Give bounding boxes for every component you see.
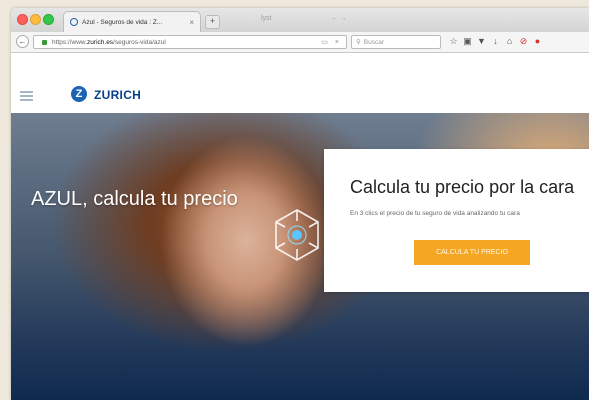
tab-strip: Azul - Seguros de vida : Z... × + lyst ←… — [11, 8, 589, 32]
face-scan-icon — [275, 209, 319, 261]
home-icon[interactable]: ⌂ — [505, 35, 514, 48]
tab-title: Azul - Seguros de vida : Z... — [82, 18, 163, 26]
hero-banner: AZUL, calcula tu precio Calcula tu preci… — [11, 113, 589, 400]
zurich-logo-text[interactable]: ZURICH — [94, 88, 141, 102]
minimize-window-button[interactable] — [30, 14, 41, 25]
tab-zurich-azul[interactable]: Azul - Seguros de vida : Z... × — [63, 11, 201, 32]
lock-icon — [42, 39, 47, 45]
search-input[interactable]: ⚲ Buscar — [351, 35, 441, 49]
reader-view-icon[interactable]: ▭ — [321, 38, 328, 46]
close-tab-icon[interactable]: × — [189, 18, 194, 27]
url-text: https://www.zurich.es/seguros-vida/azul — [52, 38, 166, 46]
back-button[interactable]: ← — [16, 35, 29, 48]
tabbar-blurred-arrows: ← → — [331, 15, 347, 22]
card-subtitle: En 3 clics el precio de tu seguro de vid… — [350, 210, 520, 217]
pocket-icon[interactable]: ▼ — [477, 35, 486, 48]
download-icon[interactable]: ↓ — [491, 35, 500, 48]
search-icon: ⚲ — [356, 39, 361, 46]
stop-icon[interactable]: × — [335, 39, 339, 46]
browser-window: Azul - Seguros de vida : Z... × + lyst ←… — [11, 8, 589, 400]
site-header: Z ZURICH — [11, 53, 589, 113]
zurich-logo-icon[interactable]: Z — [71, 86, 87, 102]
menu-icon[interactable] — [20, 91, 33, 103]
zurich-favicon-icon — [70, 18, 78, 26]
search-placeholder: Buscar — [363, 38, 384, 46]
close-window-button[interactable] — [17, 14, 28, 25]
extension-icon[interactable]: ● — [533, 35, 542, 48]
address-bar[interactable]: https://www.zurich.es/seguros-vida/azul … — [33, 35, 347, 49]
browser-toolbar: ☆ ▣ ▼ ↓ ⌂ ⊘ ● — [449, 35, 542, 48]
card-title: Calcula tu precio por la cara — [350, 177, 575, 197]
web-page: Z ZURICH AZUL, calcula tu precio Calcula… — [11, 53, 589, 400]
hero-title: AZUL, calcula tu precio — [31, 188, 238, 210]
star-icon[interactable]: ☆ — [449, 35, 458, 48]
block-icon[interactable]: ⊘ — [519, 35, 528, 48]
calculate-price-button[interactable]: CALCULA TU PRECIO — [414, 240, 530, 265]
clipboard-icon[interactable]: ▣ — [463, 35, 472, 48]
tabbar-blurred-text: lyst — [261, 15, 272, 22]
price-card: Calcula tu precio por la cara En 3 clics… — [324, 149, 589, 292]
navigation-bar: ← https://www.zurich.es/seguros-vida/azu… — [11, 32, 589, 53]
new-tab-button[interactable]: + — [205, 15, 220, 29]
maximize-window-button[interactable] — [43, 14, 54, 25]
